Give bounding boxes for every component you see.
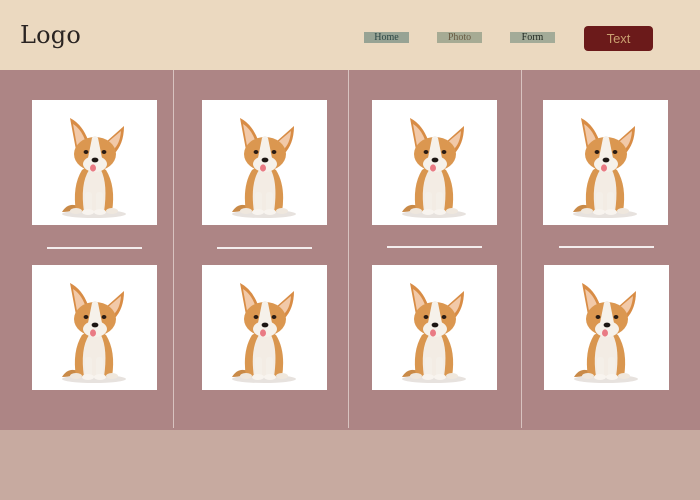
corgi-photo — [232, 283, 296, 383]
corgi-photo — [232, 118, 296, 218]
divider-line — [217, 247, 312, 249]
photo-card[interactable] — [544, 265, 669, 390]
photo-card[interactable] — [202, 100, 327, 225]
corgi-photo — [62, 283, 126, 383]
text-button[interactable]: Text — [584, 26, 653, 51]
divider-line — [559, 246, 654, 248]
photo-card[interactable] — [32, 100, 157, 225]
column-divider — [173, 70, 174, 428]
page-footer — [0, 430, 700, 500]
column-divider — [348, 70, 349, 428]
column-divider — [521, 70, 522, 428]
corgi-photo — [574, 283, 638, 383]
corgi-photo — [573, 118, 637, 218]
divider-line — [387, 246, 482, 248]
corgi-photo — [62, 118, 126, 218]
nav-form-link[interactable]: Form — [510, 32, 555, 43]
corgi-photo — [402, 118, 466, 218]
site-header: Logo Home Photo Form Text — [0, 0, 700, 70]
logo[interactable]: Logo — [20, 20, 81, 50]
divider-line — [47, 247, 142, 249]
nav-home-link[interactable]: Home — [364, 32, 409, 43]
page: Logo Home Photo Form Text — [0, 0, 700, 500]
corgi-photo — [402, 283, 466, 383]
photo-card[interactable] — [372, 265, 497, 390]
photo-card[interactable] — [202, 265, 327, 390]
photo-card[interactable] — [543, 100, 668, 225]
photo-card[interactable] — [372, 100, 497, 225]
photo-card[interactable] — [32, 265, 157, 390]
photo-gallery — [0, 70, 700, 430]
nav-photo-link[interactable]: Photo — [437, 32, 482, 43]
